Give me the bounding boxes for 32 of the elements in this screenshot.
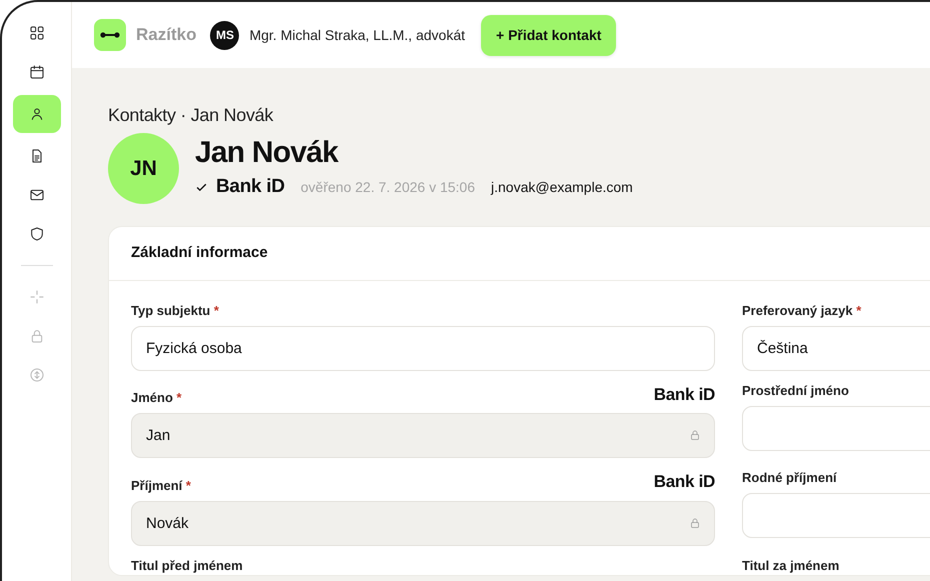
field-label: Příjmení * [131,476,191,494]
card-title: Základní informace [109,227,930,280]
input-field[interactable]: Jan [131,413,715,458]
bankid-logo: Bank iD [216,174,285,199]
field-label: Jméno * [131,389,182,407]
bankid-logo: Bank iD [654,384,715,406]
add-contact-button[interactable]: + Přidat kontakt [481,14,616,56]
required-mark: * [214,302,219,318]
field-label: Preferovaný jazyk * [742,302,862,320]
required-mark: * [176,390,182,405]
breadcrumb: Kontakty · Jan Novák [108,104,274,127]
contact-avatar: JN [108,133,179,204]
user-name: Mgr. Michal Straka, LL.M., advokát [249,26,465,45]
input-field[interactable]: Čeština [742,326,930,370]
field-label: Rodné příjmení [742,469,837,487]
required-mark: * [856,302,862,318]
input-field[interactable]: Fyzická osoba [131,326,715,370]
dumbbell-icon [100,31,120,39]
input-field[interactable]: Novák [131,500,715,546]
field-label: Prostřední jméno [742,382,849,400]
verified-date: ověřeno 22. 7. 2026 v 15:06 [300,178,475,196]
bankid-logo: Bank iD [654,471,715,493]
contact-email: j.novak@example.com [491,178,633,197]
user-avatar: MS [210,20,240,50]
lock-icon [689,429,701,441]
field-label: Typ subjektu * [131,302,219,320]
contact-name: Jan Novák [195,136,340,169]
required-mark: * [186,478,191,492]
app-name: Razítko [136,24,196,46]
field-label: Titul za jménem [742,556,840,574]
field-label: Titul před jménem [131,556,243,574]
lock-icon [689,516,701,528]
